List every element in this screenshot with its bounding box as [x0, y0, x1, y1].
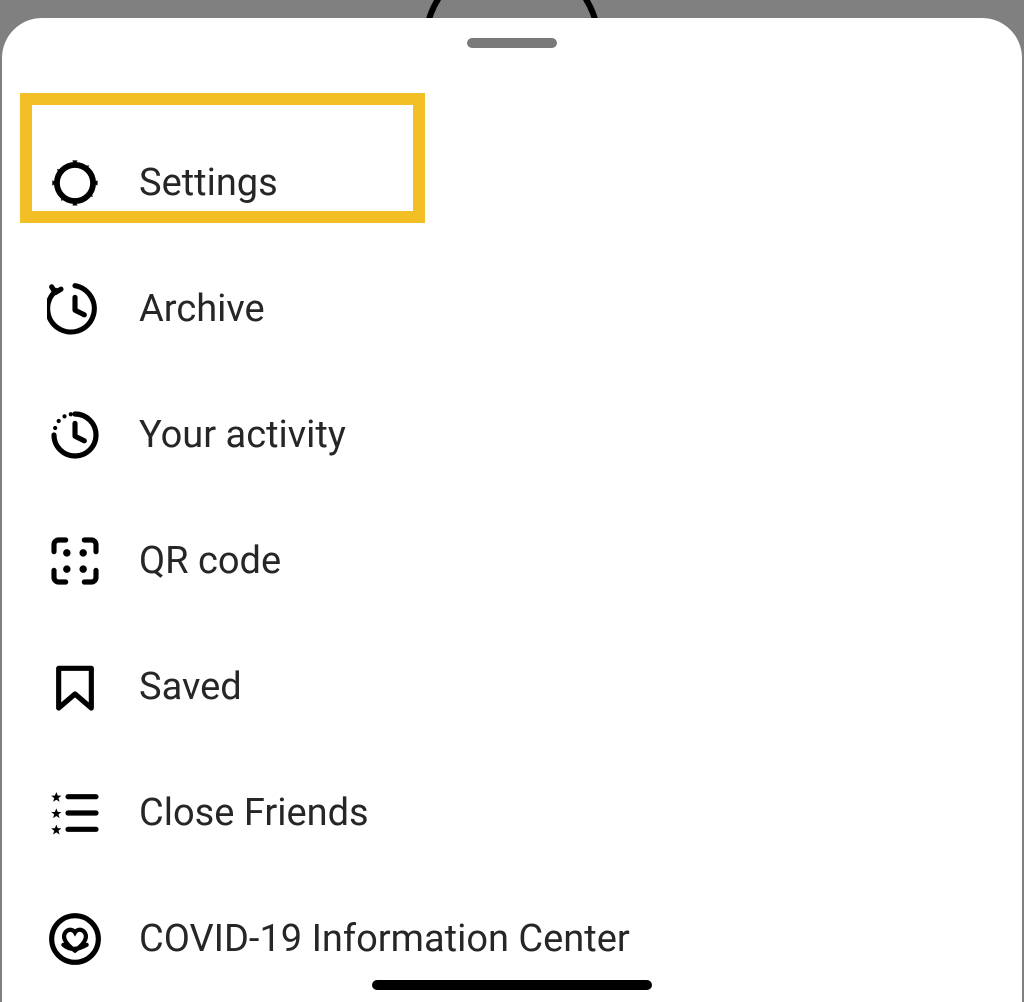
- menu-item-settings[interactable]: Settings: [2, 120, 1022, 246]
- menu-label-settings: Settings: [139, 161, 278, 205]
- menu-label-archive: Archive: [139, 287, 265, 331]
- qr-code-icon: [47, 533, 103, 589]
- menu-label-saved: Saved: [139, 665, 242, 709]
- menu-label-close-friends: Close Friends: [139, 791, 369, 835]
- drag-handle[interactable]: [467, 38, 557, 48]
- menu-item-your-activity[interactable]: Your activity: [2, 372, 1022, 498]
- activity-icon: [47, 407, 103, 463]
- menu-list: Settings Archive: [2, 58, 1022, 1002]
- bottom-sheet: Settings Archive: [2, 18, 1022, 1002]
- menu-item-saved[interactable]: Saved: [2, 624, 1022, 750]
- gear-icon: [47, 155, 103, 211]
- menu-label-covid-info: COVID-19 Information Center: [139, 917, 630, 961]
- bookmark-icon: [47, 659, 103, 715]
- heart-circle-icon: [47, 911, 103, 967]
- menu-label-your-activity: Your activity: [139, 413, 346, 457]
- menu-item-archive[interactable]: Archive: [2, 246, 1022, 372]
- archive-icon: [47, 281, 103, 337]
- close-friends-icon: [47, 785, 103, 841]
- menu-item-close-friends[interactable]: Close Friends: [2, 750, 1022, 876]
- menu-label-qr-code: QR code: [139, 539, 281, 583]
- menu-item-qr-code[interactable]: QR code: [2, 498, 1022, 624]
- home-indicator[interactable]: [372, 980, 652, 990]
